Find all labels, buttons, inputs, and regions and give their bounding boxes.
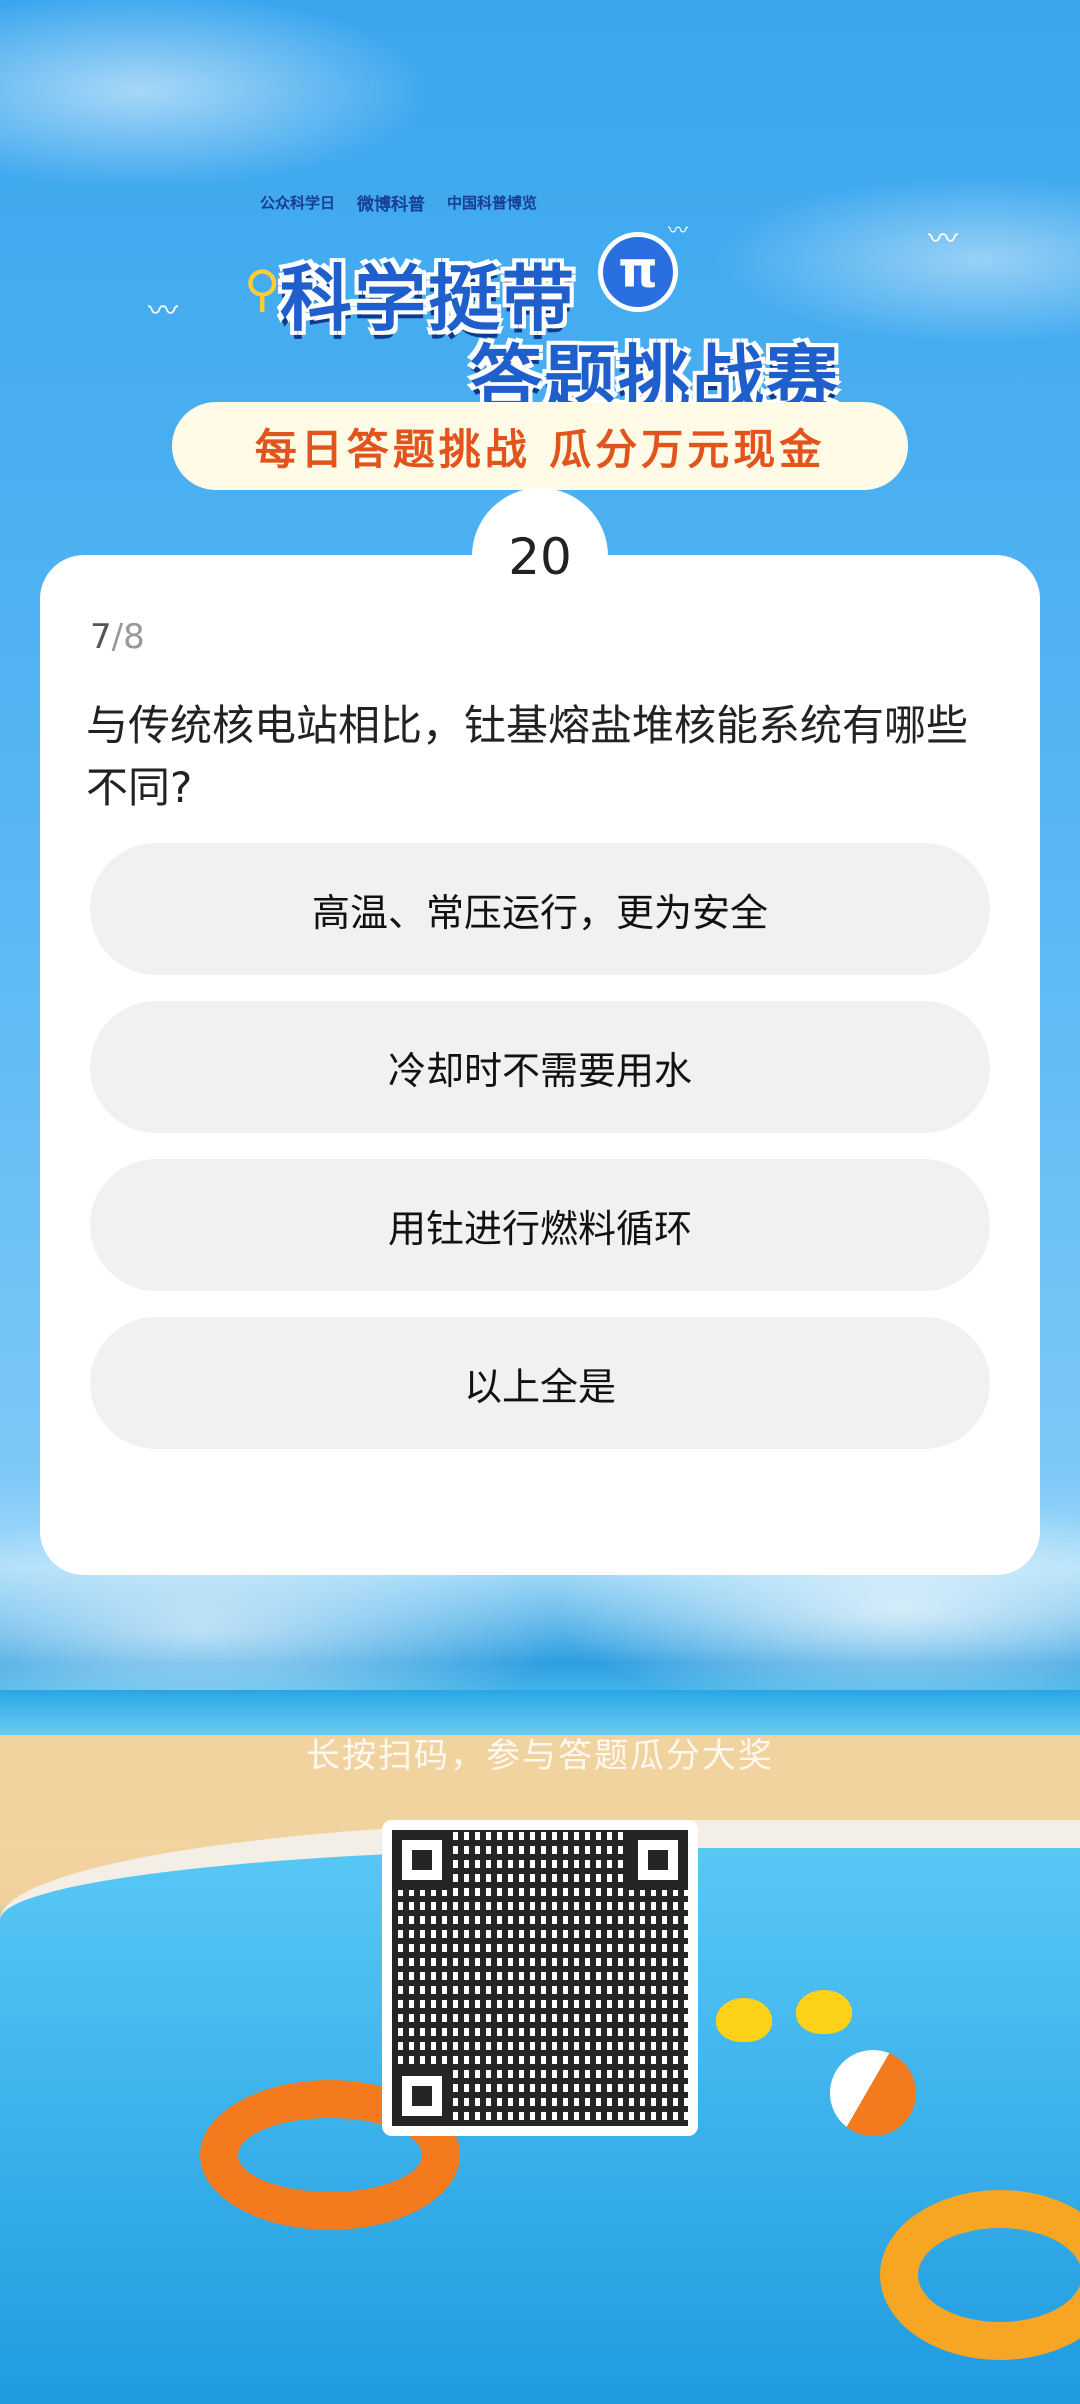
scan-instruction: 长按扫码，参与答题瓜分大奖 <box>306 1736 774 1776</box>
sponsor-logos: 公众科学日 微博科普 中国科普博览 <box>260 190 820 215</box>
prize-banner: 每日答题挑战 瓜分万元现金 <box>172 402 908 490</box>
bird-icon: 〰 <box>148 294 178 329</box>
qr-pattern <box>392 1830 688 2126</box>
pi-badge-icon: π <box>598 232 678 312</box>
total-questions: /8 <box>111 617 145 657</box>
countdown-timer: 20 <box>472 488 608 624</box>
magnifier-icon: ⚲ <box>244 260 281 318</box>
answer-option-2[interactable]: 冷却时不需要用水 <box>90 1001 990 1133</box>
qr-finder-marker <box>392 1830 452 1890</box>
qr-finder-marker <box>392 2066 452 2126</box>
question-card: 7/8 与传统核电站相比，钍基熔盐堆核能系统有哪些不同? 高温、常压运行，更为安… <box>40 555 1040 1575</box>
duck-decoration <box>796 1990 852 2034</box>
duck-decoration <box>716 1998 772 2042</box>
countdown-value: 20 <box>508 528 572 586</box>
answer-option-4[interactable]: 以上全是 <box>90 1317 990 1449</box>
question-text: 与传统核电站相比，钍基熔盐堆核能系统有哪些不同? <box>86 701 969 812</box>
event-title: ⚲ 科学挺带 π 答题挑战赛 <box>240 232 860 421</box>
sponsor-logo: 公众科学日 <box>260 194 336 212</box>
beach-ball-decoration <box>830 2050 916 2136</box>
qr-finder-marker <box>628 1830 688 1890</box>
answer-option-3[interactable]: 用钍进行燃料循环 <box>90 1159 990 1291</box>
answer-option-1[interactable]: 高温、常压运行，更为安全 <box>90 843 990 975</box>
current-question-number: 7 <box>90 617 112 657</box>
qr-code[interactable] <box>382 1820 698 2136</box>
bird-icon: 〰 <box>668 218 688 242</box>
sponsor-logo: 中国科普博览 <box>447 194 538 212</box>
question-progress: 7/8 <box>90 617 145 657</box>
bird-icon: 〰 <box>928 222 958 257</box>
sponsor-logo: 微博科普 <box>357 195 426 215</box>
